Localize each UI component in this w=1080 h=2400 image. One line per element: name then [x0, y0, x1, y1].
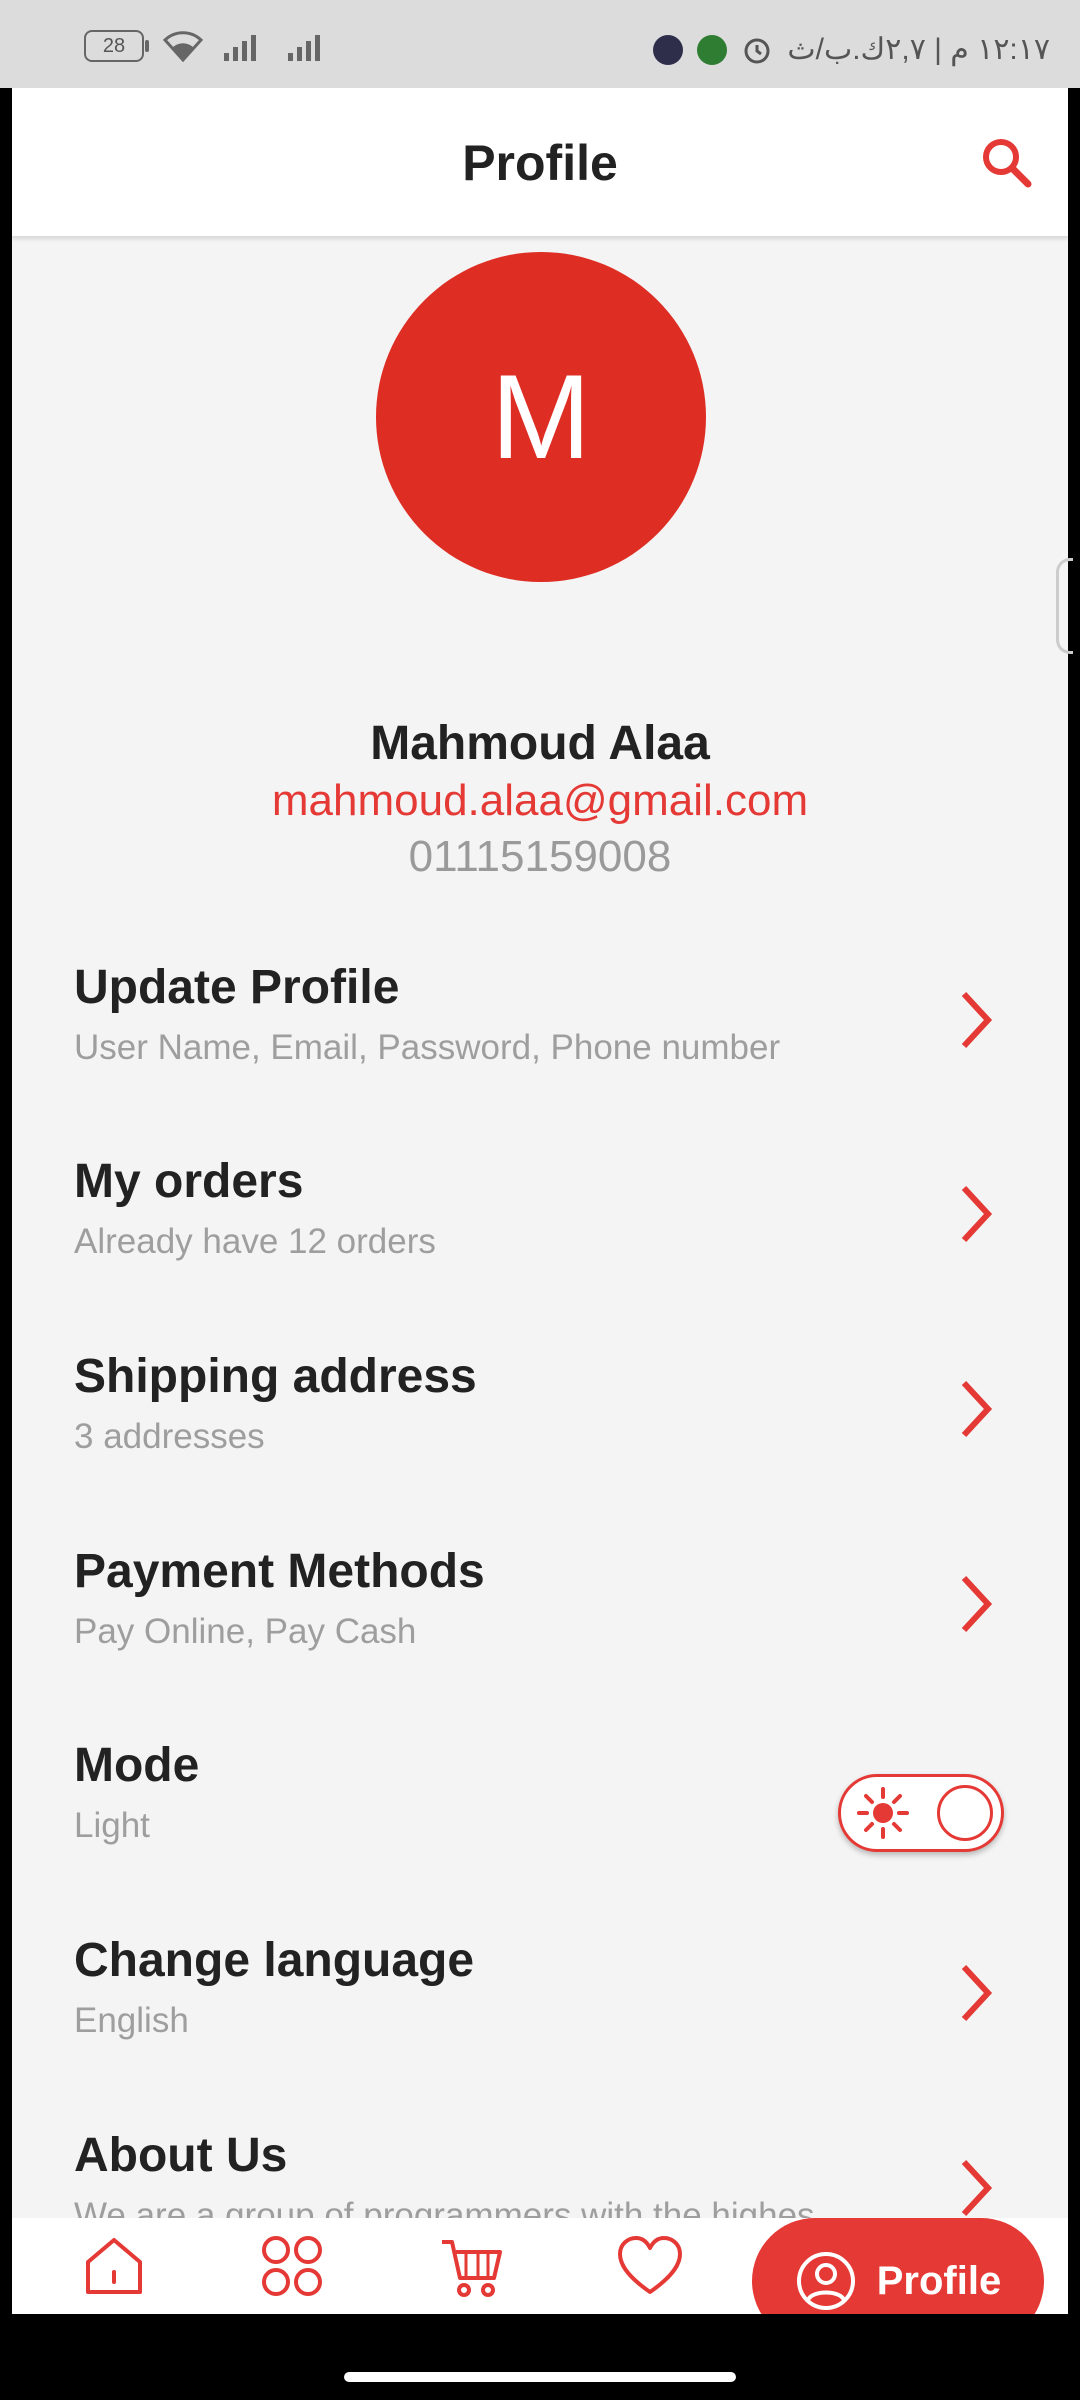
alarm-icon — [744, 38, 770, 63]
page-title: Profile — [462, 135, 618, 191]
scroll-indicator — [1056, 558, 1073, 654]
menu-item-subtitle: 3 addresses — [74, 1417, 265, 1456]
menu-item-subtitle: User Name, Email, Password, Phone number — [74, 1028, 781, 1067]
menu-item-subtitle: We are a group of programmers with the h… — [74, 2196, 815, 2218]
chevron-right-icon — [961, 1380, 993, 1438]
profile-screen: Profile M Mahmoud Alaa mahmoud.alaa@gmai… — [12, 88, 1073, 2344]
nav-profile-label: Profile — [876, 2258, 1002, 2303]
system-nav-area — [0, 2314, 1080, 2400]
menu-item-change-language[interactable]: Change language English — [12, 1925, 1068, 2119]
user-name: Mahmoud Alaa — [370, 717, 710, 770]
status-time: ١٢:١٧ م | ٢,٧ك.ب/ث — [787, 33, 1050, 66]
menu-item-subtitle: Already have 12 orders — [74, 1222, 436, 1261]
toggle-knob — [937, 1785, 993, 1841]
menu-item-title: Payment Methods — [74, 1545, 485, 1598]
wifi-icon — [162, 31, 204, 62]
menu-item-subtitle: English — [74, 2001, 189, 2040]
status-bar: 28 ١٢:١٧ م | ٢,٧ك.ب/ث — [0, 0, 1080, 88]
menu-item-my-orders[interactable]: My orders Already have 12 orders — [12, 1146, 1068, 1340]
status-right: ١٢:١٧ م | ٢,٧ك.ب/ث — [653, 32, 1050, 67]
search-icon[interactable] — [978, 134, 1034, 190]
menu-item-shipping-address[interactable]: Shipping address 3 addresses — [12, 1341, 1068, 1535]
menu-item-title: Change language — [74, 1934, 475, 1987]
sun-icon — [857, 1787, 909, 1839]
battery-indicator: 28 — [84, 30, 149, 62]
menu-item-title: Mode — [74, 1739, 200, 1792]
chevron-right-icon — [961, 991, 993, 1049]
signal-icon — [224, 35, 256, 61]
user-email: mahmoud.alaa@gmail.com — [271, 776, 809, 825]
home-icon[interactable] — [78, 2230, 150, 2302]
cart-icon[interactable] — [436, 2230, 508, 2302]
menu-item-subtitle: Light — [74, 1806, 150, 1845]
menu-item-title: About Us — [74, 2129, 288, 2182]
menu-item-about-us[interactable]: About Us We are a group of programmers w… — [12, 2120, 1068, 2218]
app-notification-icon — [653, 34, 684, 65]
menu-item-title: Update Profile — [74, 961, 400, 1014]
bottom-nav: Profile — [12, 2218, 1068, 2344]
home-indicator[interactable] — [344, 2372, 736, 2382]
chevron-right-icon — [961, 1185, 993, 1243]
status-left: 28 — [84, 30, 332, 62]
chevron-right-icon — [961, 1575, 993, 1633]
mode-toggle[interactable] — [838, 1774, 1004, 1852]
profile-icon — [796, 2252, 855, 2310]
menu-item-payment-methods[interactable]: Payment Methods Pay Online, Pay Cash — [12, 1536, 1068, 1730]
avatar[interactable]: M — [376, 252, 706, 582]
menu-item-title: Shipping address — [74, 1350, 477, 1403]
grid-icon[interactable] — [256, 2230, 328, 2302]
menu-item-subtitle: Pay Online, Pay Cash — [74, 1612, 417, 1651]
chevron-right-icon — [961, 2159, 993, 2217]
profile-menu: Update Profile User Name, Email, Passwor… — [12, 952, 1068, 2218]
app-bar: Profile — [12, 88, 1068, 236]
signal-icon-2 — [288, 35, 320, 61]
user-phone: 01115159008 — [408, 832, 672, 881]
chevron-right-icon — [961, 1964, 993, 2022]
menu-item-mode: Mode Light — [12, 1730, 1068, 1924]
menu-item-update-profile[interactable]: Update Profile User Name, Email, Passwor… — [12, 952, 1068, 1146]
heart-icon[interactable] — [614, 2230, 686, 2302]
app-notification-icon-2 — [697, 34, 728, 65]
menu-item-title: My orders — [74, 1155, 304, 1208]
